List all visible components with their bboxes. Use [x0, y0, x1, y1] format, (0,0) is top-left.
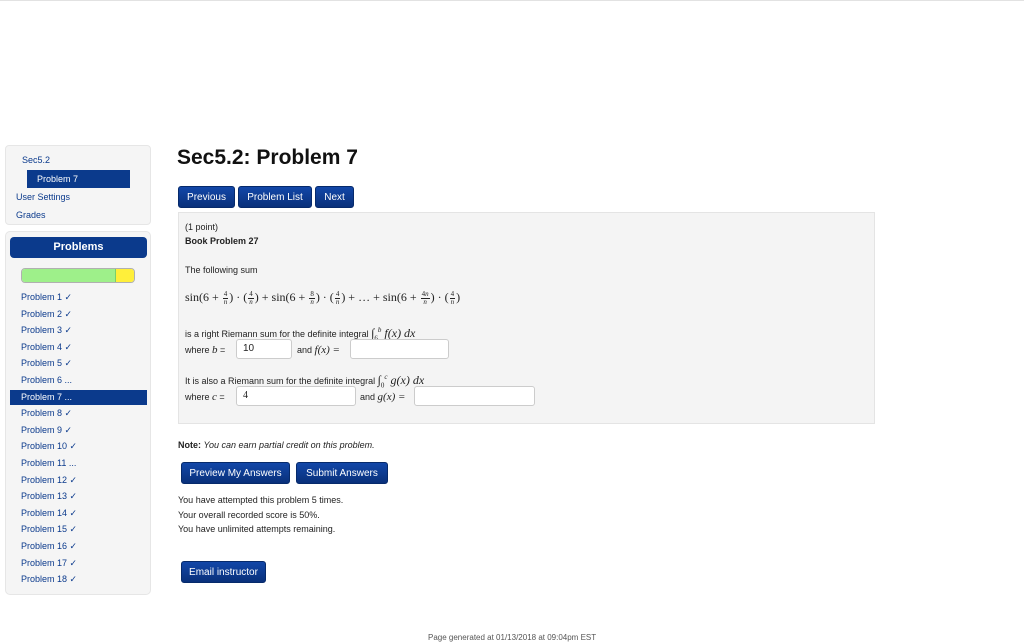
partial-credit-note: Note: You can earn partial credit on thi… [178, 440, 375, 450]
problem-list-item[interactable]: Problem 7 ... [10, 389, 147, 405]
page-generated-footer: Page generated at 01/13/2018 at 09:04pm … [428, 633, 597, 642]
preview-answers-button[interactable]: Preview My Answers [181, 462, 290, 484]
problem-list-item[interactable]: Problem 11 ... [10, 456, 147, 471]
book-problem: Book Problem 27 [185, 236, 259, 246]
grades-link[interactable]: Grades [16, 210, 46, 220]
integral-1: ∫6b f(x) dx [371, 326, 416, 342]
problem-list-item[interactable]: Problem 10 ✓ [10, 439, 147, 454]
progress-partial [115, 269, 134, 282]
problem-intro: The following sum [185, 265, 258, 275]
next-button[interactable]: Next [315, 186, 354, 208]
f-input[interactable] [350, 339, 449, 359]
problem-list-item[interactable]: Problem 14 ✓ [10, 506, 147, 521]
problem-list-item[interactable]: Problem 13 ✓ [10, 489, 147, 504]
integral-text-1: is a right Riemann sum for the definite … [185, 329, 369, 339]
b-input[interactable]: 10 [236, 339, 292, 359]
where-c-label: where c = [185, 391, 225, 403]
previous-button[interactable]: Previous [178, 186, 235, 208]
and-g-label: and g(x) = [360, 391, 406, 403]
breadcrumb-section-link[interactable]: Sec5.2 [22, 155, 50, 165]
score-status: Your overall recorded score is 50%. [178, 510, 320, 520]
c-input[interactable]: 4 [236, 386, 356, 406]
remaining-status: You have unlimited attempts remaining. [178, 524, 336, 534]
problem-list-item[interactable]: Problem 4 ✓ [10, 340, 147, 355]
breadcrumb-current[interactable]: Problem 7 [27, 170, 130, 188]
problem-list-item[interactable]: Problem 18 ✓ [10, 572, 147, 587]
riemann-sum-expression: sin(6 + 4 n) · (4 n) + sin(6 + 8 n) · (4 n) … [185, 289, 461, 306]
page-title: Sec5.2: Problem 7 [177, 146, 358, 169]
and-f-label: and f(x) = [297, 344, 340, 356]
problems-header: Problems [10, 237, 147, 258]
progress-bar [21, 268, 135, 283]
user-settings-link[interactable]: User Settings [16, 192, 70, 202]
problem-list-item[interactable]: Problem 17 ✓ [10, 556, 147, 571]
where-b-label: where b = [185, 344, 226, 356]
problem-list-item[interactable]: Problem 2 ✓ [10, 307, 147, 322]
problem-list-item[interactable]: Problem 16 ✓ [10, 539, 147, 554]
problem-list-item[interactable]: Problem 8 ✓ [10, 406, 147, 421]
submit-answers-button[interactable]: Submit Answers [296, 462, 388, 484]
problem-list-item[interactable]: Problem 15 ✓ [10, 522, 147, 537]
top-border [0, 0, 1024, 1]
problem-list-item[interactable]: Problem 1 ✓ [10, 290, 147, 305]
problem-list-button[interactable]: Problem List [238, 186, 312, 208]
problem-points: (1 point) [185, 222, 219, 232]
g-input[interactable] [414, 386, 535, 406]
problem-list-item[interactable]: Problem 5 ✓ [10, 356, 147, 371]
email-instructor-button[interactable]: Email instructor [181, 561, 266, 583]
integral-2: ∫0c g(x) dx [377, 373, 425, 390]
problem-list-item[interactable]: Problem 12 ✓ [10, 473, 147, 488]
integral-text-2: It is also a Riemann sum for the definit… [185, 376, 376, 386]
attempts-status: You have attempted this problem 5 times. [178, 495, 344, 505]
progress-correct [22, 269, 116, 282]
problem-list-item[interactable]: Problem 3 ✓ [10, 323, 147, 338]
problem-list-item[interactable]: Problem 9 ✓ [10, 423, 147, 438]
problem-list-item[interactable]: Problem 6 ... [10, 373, 147, 388]
